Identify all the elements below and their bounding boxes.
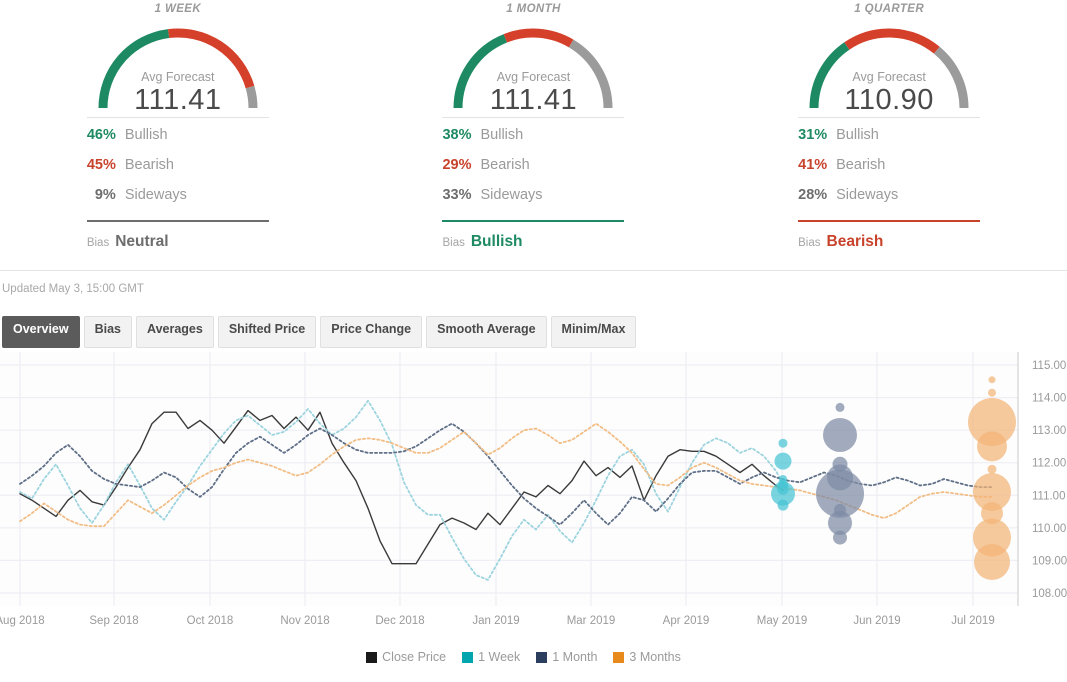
bullish-percent: 31% [798, 127, 836, 143]
bearish-label: Bearish [836, 157, 885, 173]
bearish-percent: 41% [798, 157, 836, 173]
stat-row-sideways: 9% Sideways [87, 187, 269, 217]
svg-text:Jul 2019: Jul 2019 [951, 615, 994, 627]
bias-label: Bias [87, 237, 115, 249]
gauge-value: 111.41 [433, 84, 633, 117]
bearish-label: Bearish [480, 157, 529, 173]
panel-title: 1 MONTH [356, 2, 712, 16]
svg-text:Jan 2019: Jan 2019 [472, 615, 519, 627]
forecast-panel-1-week: 1 WEEK Avg Forecast 111.41 46% Bullish 4… [0, 0, 356, 268]
sideways-label: Sideways [125, 187, 187, 203]
updated-timestamp: Updated May 3, 15:00 GMT [0, 271, 1067, 301]
svg-text:Sep 2018: Sep 2018 [89, 615, 138, 627]
bullish-label: Bullish [836, 127, 879, 143]
stat-row-bearish: 29% Bearish [442, 157, 624, 187]
stat-row-sideways: 33% Sideways [442, 187, 624, 217]
legend-swatch-icon [536, 652, 547, 663]
stat-row-bullish: 46% Bullish [87, 127, 269, 157]
tab-averages[interactable]: Averages [136, 316, 214, 348]
gauge-value: 110.90 [789, 84, 989, 117]
gauge-1-week: Avg Forecast 111.41 [0, 16, 356, 108]
legend-item[interactable]: 3 Months [613, 650, 680, 664]
stat-row-sideways: 28% Sideways [798, 187, 980, 217]
svg-text:115.00: 115.00 [1032, 360, 1066, 372]
forecast-panel-1-month: 1 MONTH Avg Forecast 111.41 38% Bullish … [356, 0, 712, 268]
sentiment-stats: 46% Bullish 45% Bearish 9% Sideways [87, 118, 269, 217]
forecast-chart: 108.00 109.00 110.00 111.00 112.00 113.00 114.… [0, 348, 1067, 648]
svg-text:Dec 2018: Dec 2018 [375, 615, 424, 627]
svg-text:Aug 2018: Aug 2018 [0, 615, 45, 627]
svg-text:109.00: 109.00 [1032, 555, 1067, 567]
sideways-percent: 9% [87, 187, 125, 203]
stat-row-bearish: 41% Bearish [798, 157, 980, 187]
chart-tab-bar: OverviewBiasAveragesShifted PricePrice C… [0, 301, 1067, 348]
sideways-percent: 28% [798, 187, 836, 203]
svg-text:111.00: 111.00 [1032, 490, 1065, 502]
bias-value: Bullish [471, 233, 523, 251]
legend-item[interactable]: 1 Month [536, 650, 597, 664]
stat-row-bearish: 45% Bearish [87, 157, 269, 187]
tab-shifted-price[interactable]: Shifted Price [218, 316, 316, 348]
svg-text:110.00: 110.00 [1032, 523, 1066, 535]
bearish-label: Bearish [125, 157, 174, 173]
svg-text:May 2019: May 2019 [757, 615, 808, 627]
bias-value: Neutral [115, 233, 168, 251]
tab-minim-max[interactable]: Minim/Max [551, 316, 637, 348]
svg-text:Nov 2018: Nov 2018 [280, 615, 329, 627]
bullish-percent: 38% [442, 127, 480, 143]
svg-text:Oct 2018: Oct 2018 [187, 615, 234, 627]
sentiment-stats: 31% Bullish 41% Bearish 28% Sideways [798, 118, 980, 217]
tab-overview[interactable]: Overview [2, 316, 80, 348]
legend-item[interactable]: 1 Week [462, 650, 520, 664]
bullish-label: Bullish [125, 127, 168, 143]
bias-row: Bias Bullish [442, 222, 624, 251]
bullish-percent: 46% [87, 127, 125, 143]
bearish-percent: 29% [442, 157, 480, 173]
stat-row-bullish: 31% Bullish [798, 127, 980, 157]
legend-item[interactable]: Close Price [366, 650, 446, 664]
legend-swatch-icon [613, 652, 624, 663]
svg-text:114.00: 114.00 [1032, 393, 1066, 405]
svg-text:Jun 2019: Jun 2019 [853, 615, 900, 627]
panel-title: 1 QUARTER [711, 2, 1067, 16]
gauge-label: Avg Forecast [88, 70, 268, 84]
sideways-label: Sideways [836, 187, 898, 203]
svg-text:112.00: 112.00 [1032, 458, 1066, 470]
gauge-value: 111.41 [78, 84, 278, 117]
tab-bias[interactable]: Bias [84, 316, 132, 348]
gauge-label: Avg Forecast [799, 70, 979, 84]
sideways-label: Sideways [480, 187, 542, 203]
bias-label: Bias [798, 237, 826, 249]
stat-row-bullish: 38% Bullish [442, 127, 624, 157]
svg-text:Apr 2019: Apr 2019 [663, 615, 710, 627]
legend-label: 1 Month [552, 650, 597, 664]
legend-label: 1 Week [478, 650, 520, 664]
bias-row: Bias Neutral [87, 222, 269, 251]
svg-text:113.00: 113.00 [1032, 425, 1066, 437]
gauge-1-month: Avg Forecast 111.41 [356, 16, 712, 108]
bias-value: Bearish [827, 233, 884, 251]
bearish-percent: 45% [87, 157, 125, 173]
tab-price-change[interactable]: Price Change [320, 316, 422, 348]
panel-title: 1 WEEK [0, 2, 356, 16]
bias-label: Bias [442, 237, 470, 249]
gauge-label: Avg Forecast [443, 70, 623, 84]
chart-legend: Close Price 1 Week 1 Month 3 Months [0, 648, 1067, 666]
gauge-1-quarter: Avg Forecast 110.90 [711, 16, 1067, 108]
sideways-percent: 33% [442, 187, 480, 203]
chart-svg: 108.00 109.00 110.00 111.00 112.00 113.00 114.… [0, 348, 1067, 628]
svg-text:Mar 2019: Mar 2019 [567, 615, 616, 627]
tab-smooth-average[interactable]: Smooth Average [426, 316, 546, 348]
bias-row: Bias Bearish [798, 222, 980, 251]
svg-text:108.00: 108.00 [1032, 588, 1067, 600]
legend-label: Close Price [382, 650, 446, 664]
sentiment-stats: 38% Bullish 29% Bearish 33% Sideways [442, 118, 624, 217]
legend-label: 3 Months [629, 650, 680, 664]
forecast-panel-1-quarter: 1 QUARTER Avg Forecast 110.90 31% Bullis… [711, 0, 1067, 268]
bullish-label: Bullish [480, 127, 523, 143]
legend-swatch-icon [366, 652, 377, 663]
legend-swatch-icon [462, 652, 473, 663]
forecast-panels: 1 WEEK Avg Forecast 111.41 46% Bullish 4… [0, 0, 1067, 268]
